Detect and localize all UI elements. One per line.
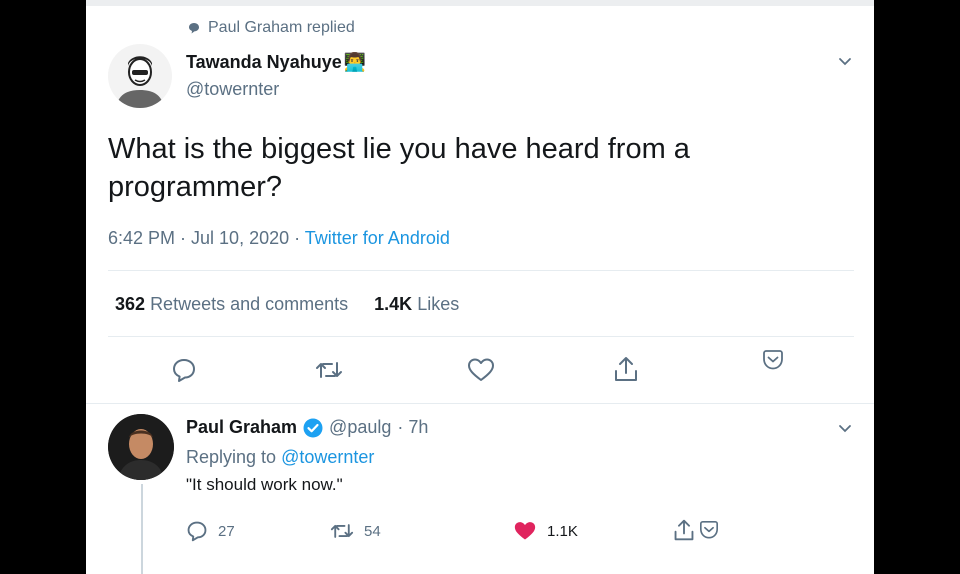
chevron-down-icon[interactable]	[836, 53, 854, 71]
author-handle[interactable]: @towernter	[186, 79, 279, 100]
retweet-icon	[316, 362, 342, 378]
reply-author-avatar[interactable]	[108, 414, 174, 480]
tweet-source[interactable]: Twitter for Android	[305, 228, 450, 248]
replying-to-handle[interactable]: @towernter	[281, 447, 374, 467]
retweet-count: 54	[364, 522, 381, 540]
like-count: 1.1K	[547, 522, 578, 540]
pocket-icon	[763, 350, 783, 370]
meta-separator: ·	[289, 228, 305, 248]
top-strip	[86, 0, 874, 6]
author-avatar[interactable]	[108, 44, 172, 108]
tweet-time[interactable]: 6:42 PM · Jul 10, 2020	[108, 228, 289, 248]
likes-count: 1.4K	[374, 294, 413, 314]
reply-author-row: Paul Graham @paulg · 7h	[186, 417, 428, 438]
likes-label: Likes	[417, 294, 460, 314]
heart-filled-icon	[514, 522, 536, 540]
replying-prefix: Replying to	[186, 447, 277, 467]
author-name[interactable]: Tawanda Nyahuye	[186, 52, 342, 73]
retweets-count: 362	[115, 294, 146, 314]
reply-author-handle[interactable]: @paulg	[329, 417, 391, 438]
reply-like-button[interactable]: 1.1K	[513, 520, 578, 542]
tweet-thread-frame: Paul Graham replied Tawanda Nyahuye 👨‍💻 …	[86, 0, 874, 574]
reply-icon	[187, 521, 207, 542]
reply-icon	[173, 359, 195, 382]
replied-context: Paul Graham replied	[188, 19, 355, 37]
speech-bubble-icon	[189, 23, 199, 34]
share-icon[interactable]	[673, 518, 695, 542]
likes-stat[interactable]: 1.4K Likes	[374, 294, 459, 315]
reply-count: 27	[218, 522, 235, 540]
reply-text: "It should work now."	[186, 475, 343, 494]
author-name-row: Tawanda Nyahuye 👨‍💻	[186, 52, 366, 73]
tweet-meta: 6:42 PM · Jul 10, 2020 · Twitter for And…	[108, 228, 450, 249]
replying-to: Replying to @towernter	[186, 447, 374, 468]
photo-avatar-icon	[108, 414, 174, 480]
reply-age: · 7h	[397, 417, 429, 437]
tweet-separator	[86, 403, 874, 404]
reply-share-group	[673, 518, 719, 542]
divider	[108, 336, 854, 337]
share-icon	[615, 357, 637, 381]
share-button[interactable]	[613, 355, 639, 383]
like-button[interactable]	[467, 357, 495, 383]
chevron-down-icon[interactable]	[836, 420, 854, 438]
tweet-text: What is the biggest lie you have heard f…	[108, 133, 690, 203]
retweets-label: Retweets and comments	[150, 294, 349, 314]
verified-badge-icon	[303, 418, 323, 437]
thread-line	[141, 484, 143, 574]
reply-author-name[interactable]: Paul Graham	[186, 417, 297, 438]
retweet-button[interactable]	[315, 357, 343, 383]
retweets-stat[interactable]: 362 Retweets and comments	[115, 294, 348, 315]
tweet-stats: 362 Retweets and comments 1.4K Likes	[115, 294, 459, 315]
reply-retweet-button[interactable]: 54	[330, 520, 381, 542]
technologist-emoji: 👨‍💻	[343, 52, 367, 72]
save-button[interactable]	[762, 349, 784, 371]
cartoon-avatar-icon	[108, 44, 172, 108]
replied-text: Paul Graham replied	[208, 19, 355, 36]
retweet-icon	[330, 524, 354, 538]
reply-reply-button[interactable]: 27	[186, 520, 235, 542]
heart-icon	[468, 358, 494, 381]
pocket-icon[interactable]	[699, 520, 719, 540]
divider	[108, 270, 854, 271]
reply-button[interactable]	[171, 357, 197, 383]
